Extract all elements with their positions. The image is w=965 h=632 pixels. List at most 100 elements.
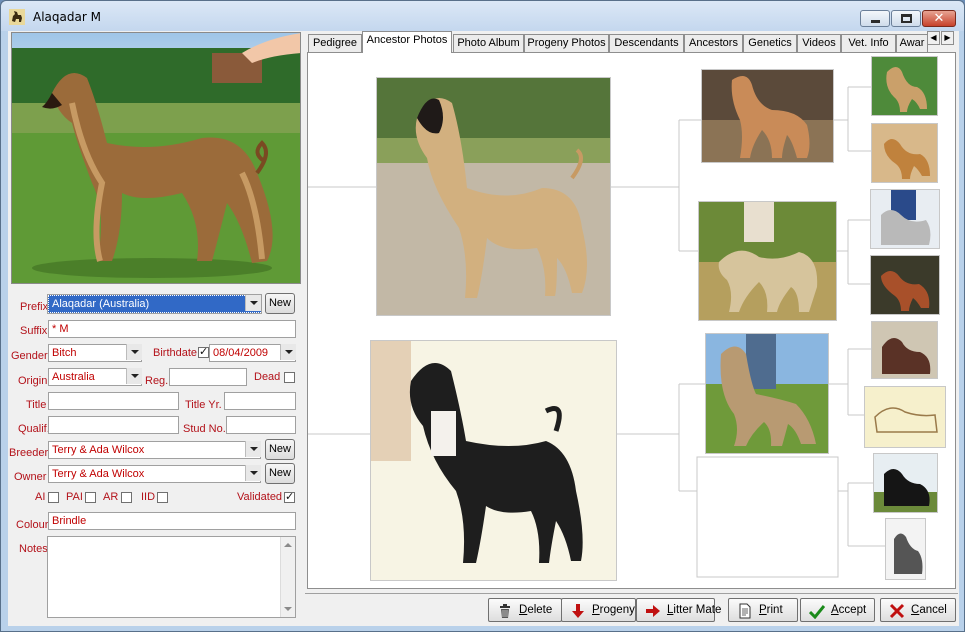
tab-scroll-right-icon[interactable]: ▶ — [941, 31, 954, 45]
birthdate-picker[interactable]: 08/04/2009 — [209, 344, 296, 362]
minimize-button[interactable] — [860, 10, 890, 27]
ai-checkbox[interactable] — [48, 492, 59, 503]
chevron-down-icon[interactable] — [280, 344, 296, 360]
suffix-field[interactable]: * M — [48, 320, 296, 338]
tab-genetics[interactable]: Genetics — [743, 34, 797, 52]
photo-image — [699, 202, 836, 320]
prefix-field[interactable]: Alaqadar (Australia) — [47, 294, 262, 314]
title-yr-field[interactable] — [224, 392, 296, 410]
gender-combo[interactable]: Bitch — [48, 344, 142, 362]
trash-icon — [500, 604, 510, 618]
dead-label: Dead — [254, 371, 281, 383]
grandsire-sire-photo[interactable] — [701, 69, 834, 163]
chevron-down-icon[interactable] — [126, 368, 142, 384]
great-grandparent-photo-8[interactable] — [885, 518, 926, 580]
photo-image — [706, 334, 828, 453]
tab-vet-info[interactable]: Vet. Info — [841, 34, 896, 52]
photo-image — [872, 322, 937, 378]
tab-descendants[interactable]: Descendants — [609, 34, 684, 52]
breeder-new-button[interactable]: New — [265, 439, 295, 460]
right-arrow-icon — [646, 605, 660, 617]
title-field[interactable] — [48, 392, 179, 410]
bottom-toolbar: Delete Progeny Litter Mate Print Accept … — [305, 593, 958, 624]
tab-videos[interactable]: Videos — [797, 34, 841, 52]
title-label: Title — [26, 399, 47, 411]
scroll-up-icon[interactable] — [284, 543, 292, 547]
photo-image — [702, 70, 833, 162]
minimize-icon — [871, 20, 880, 23]
print-button[interactable]: Print — [728, 598, 798, 622]
photo-image — [865, 387, 945, 447]
granddam-dam-photo-empty[interactable] — [697, 457, 838, 577]
great-grandparent-photo-5[interactable] — [871, 321, 938, 379]
owner-new-button[interactable]: New — [265, 463, 295, 484]
pai-label: PAI — [66, 491, 83, 503]
dog-main-photo[interactable] — [11, 32, 301, 284]
colour-field[interactable]: Brindle — [48, 512, 296, 530]
delete-button[interactable]: Delete — [488, 598, 562, 622]
breeder-combo[interactable]: Terry & Ada Wilcox — [48, 441, 261, 459]
litter-mate-button[interactable]: Litter Mate — [636, 598, 721, 622]
great-grandparent-photo-1[interactable] — [871, 56, 938, 116]
photo-image — [872, 124, 937, 182]
prefix-combo[interactable]: Alaqadar (Australia) — [47, 294, 262, 314]
maximize-icon — [901, 14, 912, 23]
photo-image — [871, 190, 939, 248]
chevron-down-icon[interactable] — [245, 441, 261, 457]
progeny-button[interactable]: Progeny — [561, 598, 636, 622]
prefix-new-button[interactable]: New — [265, 293, 295, 314]
suffix-label: Suffix — [20, 325, 48, 337]
tab-awards[interactable]: Awar — [896, 34, 928, 52]
breeder-field[interactable]: Terry & Ada Wilcox — [48, 441, 261, 459]
ar-checkbox[interactable] — [121, 492, 132, 503]
accept-button[interactable]: Accept — [800, 598, 875, 622]
close-icon: ✕ — [933, 10, 945, 25]
print-label: Print — [759, 604, 783, 616]
tab-scroll-left-icon[interactable]: ◀ — [927, 31, 940, 45]
chevron-down-icon[interactable] — [245, 295, 261, 311]
granddam-sire-photo[interactable] — [698, 201, 837, 321]
great-grandparent-photo-2[interactable] — [871, 123, 938, 183]
owner-label: Owner — [14, 471, 47, 483]
tab-ancestors[interactable]: Ancestors — [684, 34, 743, 52]
prefix-label: Prefix — [20, 301, 49, 313]
grandsire-dam-photo[interactable] — [705, 333, 829, 454]
origin-label: Origin — [18, 375, 48, 387]
pai-checkbox[interactable] — [85, 492, 96, 503]
great-grandparent-photo-7[interactable] — [873, 453, 938, 513]
tab-progeny-photos[interactable]: Progeny Photos — [524, 34, 609, 52]
owner-combo[interactable]: Terry & Ada Wilcox — [48, 465, 261, 483]
qualif-field[interactable] — [48, 416, 179, 434]
great-grandparent-photo-4[interactable] — [870, 255, 940, 315]
dam-photo[interactable] — [370, 340, 617, 581]
stud-no-field[interactable] — [226, 416, 296, 434]
dead-checkbox[interactable] — [284, 372, 295, 383]
reg-field[interactable] — [169, 368, 247, 386]
origin-combo[interactable]: Australia — [48, 368, 142, 386]
sire-photo-image — [377, 78, 610, 315]
tab-ancestor-photos[interactable]: Ancestor Photos — [362, 31, 452, 53]
sire-photo[interactable] — [376, 77, 611, 316]
great-grandparent-photo-3[interactable] — [870, 189, 940, 249]
cancel-label: Cancel — [911, 604, 947, 616]
cancel-button[interactable]: Cancel — [880, 598, 956, 622]
tab-pedigree[interactable]: Pedigree — [308, 34, 362, 52]
tab-photo-album[interactable]: Photo Album — [453, 34, 524, 52]
title-bar[interactable]: Alaqadar M ✕ — [1, 1, 964, 31]
validated-checkbox[interactable] — [284, 490, 295, 503]
great-grandparent-photo-6[interactable] — [864, 386, 946, 448]
close-button[interactable]: ✕ — [922, 10, 956, 27]
chevron-down-icon[interactable] — [245, 465, 261, 481]
notes-textarea[interactable] — [47, 536, 296, 618]
owner-field[interactable]: Terry & Ada Wilcox — [48, 465, 261, 483]
ai-label: AI — [35, 491, 46, 503]
window: Alaqadar M ✕ Prefix Alaqadar (Australia)… — [0, 0, 965, 632]
chevron-down-icon[interactable] — [126, 344, 142, 360]
iid-checkbox[interactable] — [157, 492, 168, 503]
birthdate-checkbox[interactable] — [198, 345, 209, 358]
notes-scrollbar[interactable] — [280, 537, 295, 617]
scroll-down-icon[interactable] — [284, 607, 292, 611]
colour-label: Colour — [16, 519, 49, 531]
maximize-button[interactable] — [891, 10, 921, 27]
validated-label: Validated — [237, 491, 283, 503]
